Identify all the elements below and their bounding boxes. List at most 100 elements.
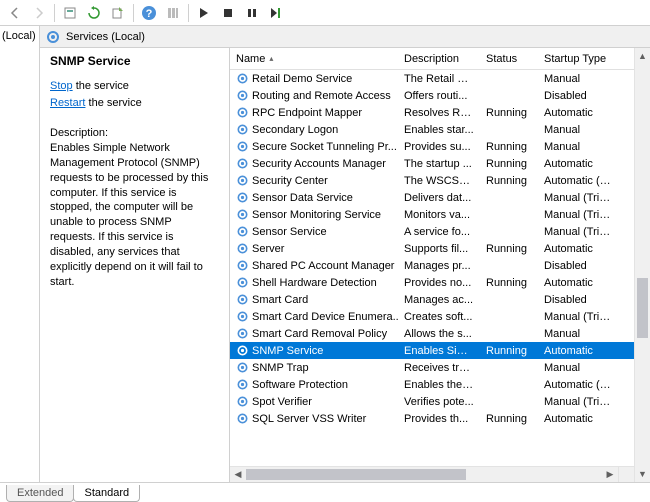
service-name: Retail Demo Service (252, 73, 352, 85)
vertical-scrollbar[interactable]: ▲ ▼ (634, 48, 650, 482)
service-startup: Automatic (538, 413, 620, 425)
col-description[interactable]: Description (398, 53, 480, 65)
toolbar-separator (54, 4, 55, 22)
pane-title: Services (Local) (66, 31, 145, 43)
restart-service-icon[interactable] (265, 2, 287, 24)
services-pane: Services (Local) SNMP Service Stop the s… (40, 26, 650, 482)
service-row[interactable]: Spot VerifierVerifies pote...Manual (Tri… (230, 393, 634, 410)
pane-header: Services (Local) (40, 26, 650, 48)
tree-pane[interactable]: (Local) (0, 26, 40, 482)
stop-service-icon[interactable] (217, 2, 239, 24)
service-status: Running (480, 107, 538, 119)
service-description: Enables Sim... (398, 345, 480, 357)
start-service-icon[interactable] (193, 2, 215, 24)
service-row[interactable]: Shared PC Account ManagerManages pr...Di… (230, 257, 634, 274)
service-description: Delivers dat... (398, 192, 480, 204)
service-icon (236, 208, 249, 221)
service-startup: Manual (Trig... (538, 226, 620, 238)
restart-link[interactable]: Restart (50, 97, 85, 109)
service-row[interactable]: Retail Demo ServiceThe Retail D...Manual (230, 70, 634, 87)
service-description: Monitors va... (398, 209, 480, 221)
service-name: Security Center (252, 175, 328, 187)
forward-icon[interactable] (28, 2, 50, 24)
service-description: Enables star... (398, 124, 480, 136)
service-description: Manages ac... (398, 294, 480, 306)
service-row[interactable]: Shell Hardware DetectionProvides no...Ru… (230, 274, 634, 291)
service-icon (236, 225, 249, 238)
service-row[interactable]: RPC Endpoint MapperResolves RP...Running… (230, 104, 634, 121)
service-row[interactable]: Sensor Monitoring ServiceMonitors va...M… (230, 206, 634, 223)
service-startup: Manual (Trig... (538, 209, 620, 221)
service-name: Smart Card (252, 294, 308, 306)
hscroll-thumb[interactable] (246, 469, 466, 480)
service-status: Running (480, 413, 538, 425)
service-startup: Automatic (D... (538, 175, 620, 187)
service-row[interactable]: Smart CardManages ac...Disabled (230, 291, 634, 308)
horizontal-scrollbar[interactable]: ◀ ▶ (230, 466, 618, 482)
list-pane: Name▴ Description Status Startup Type Re… (230, 48, 650, 482)
scroll-left-icon[interactable]: ◀ (230, 467, 246, 482)
service-row[interactable]: SNMP TrapReceives tra...Manual (230, 359, 634, 376)
service-name: Software Protection (252, 379, 348, 391)
description-label: Description: (50, 127, 219, 139)
service-status: Running (480, 141, 538, 153)
scroll-down-icon[interactable]: ▼ (635, 466, 650, 482)
refresh-icon[interactable] (83, 2, 105, 24)
scroll-right-icon[interactable]: ▶ (602, 467, 618, 482)
service-row[interactable]: Smart Card Removal PolicyAllows the s...… (230, 325, 634, 342)
service-icon (236, 157, 249, 170)
tree-node-local[interactable]: (Local) (2, 30, 37, 42)
tab-standard[interactable]: Standard (73, 485, 140, 502)
service-row[interactable]: Secondary LogonEnables star...Manual (230, 121, 634, 138)
selected-service-title: SNMP Service (50, 54, 219, 68)
service-name: Shared PC Account Manager (252, 260, 394, 272)
col-name[interactable]: Name▴ (230, 53, 398, 65)
service-name: Spot Verifier (252, 396, 312, 408)
tab-extended[interactable]: Extended (6, 485, 74, 502)
service-startup: Automatic (538, 158, 620, 170)
service-row[interactable]: Security Accounts ManagerThe startup ...… (230, 155, 634, 172)
detail-pane: SNMP Service Stop the service Restart th… (40, 48, 230, 482)
scroll-corner (618, 466, 634, 482)
vscroll-thumb[interactable] (637, 278, 648, 338)
service-name: Smart Card Device Enumera... (252, 311, 398, 323)
service-name: SNMP Service (252, 345, 323, 357)
service-icon (236, 123, 249, 136)
back-icon[interactable] (4, 2, 26, 24)
col-startup[interactable]: Startup Type (538, 53, 620, 65)
stop-link[interactable]: Stop (50, 80, 73, 92)
service-description: Resolves RP... (398, 107, 480, 119)
service-description: Supports fil... (398, 243, 480, 255)
pause-service-icon[interactable] (241, 2, 263, 24)
stop-suffix: the service (73, 80, 129, 92)
columns-icon[interactable] (162, 2, 184, 24)
service-row[interactable]: Secure Socket Tunneling Pr...Provides su… (230, 138, 634, 155)
service-row[interactable]: ServerSupports fil...RunningAutomatic (230, 240, 634, 257)
service-description: The Retail D... (398, 73, 480, 85)
service-name: SQL Server VSS Writer (252, 413, 366, 425)
service-status: Running (480, 175, 538, 187)
service-description: Manages pr... (398, 260, 480, 272)
service-description: Provides su... (398, 141, 480, 153)
service-row[interactable]: Sensor Data ServiceDelivers dat...Manual… (230, 189, 634, 206)
export-icon[interactable] (107, 2, 129, 24)
service-row[interactable]: SQL Server VSS WriterProvides th...Runni… (230, 410, 634, 427)
service-row[interactable]: Routing and Remote AccessOffers routi...… (230, 87, 634, 104)
service-startup: Manual (Trig... (538, 192, 620, 204)
service-row[interactable]: SNMP ServiceEnables Sim...RunningAutomat… (230, 342, 634, 359)
service-rows: Retail Demo Service The Retail D... Manual… (230, 70, 634, 466)
service-startup: Manual (Trig... (538, 311, 620, 323)
scroll-up-icon[interactable]: ▲ (635, 48, 650, 64)
help-icon[interactable]: ? (138, 2, 160, 24)
properties-icon[interactable] (59, 2, 81, 24)
service-startup: Manual (538, 362, 620, 374)
service-icon (236, 140, 249, 153)
service-icon (236, 242, 249, 255)
service-row[interactable]: Sensor ServiceA service fo...Manual (Tri… (230, 223, 634, 240)
col-status[interactable]: Status (480, 53, 538, 65)
service-row[interactable]: Software ProtectionEnables the ...Automa… (230, 376, 634, 393)
service-startup: Disabled (538, 90, 620, 102)
service-row[interactable]: Smart Card Device Enumera...Creates soft… (230, 308, 634, 325)
service-description: Receives tra... (398, 362, 480, 374)
service-row[interactable]: Security CenterThe WSCSV...RunningAutoma… (230, 172, 634, 189)
